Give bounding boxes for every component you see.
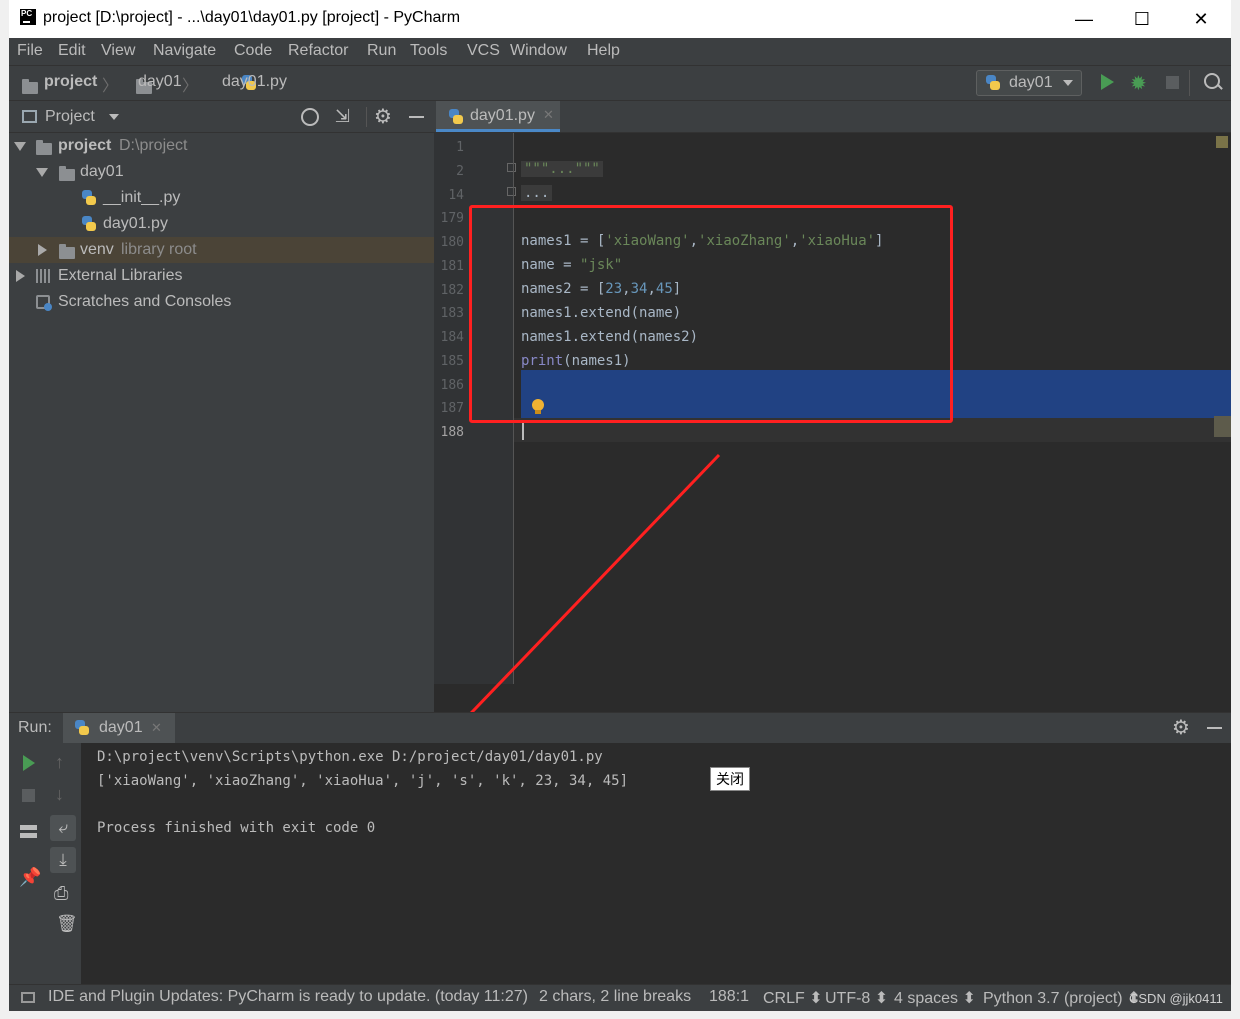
soft-wrap-icon[interactable]: ⤶ xyxy=(50,815,76,841)
python-icon xyxy=(75,720,89,736)
console-line: D:\project\venv\Scripts\python.exe D:/pr… xyxy=(97,749,603,765)
trash-icon[interactable]: 🗑 xyxy=(56,914,78,934)
console-line: Process finished with exit code 0 xyxy=(97,820,376,836)
run-toolbar: ↑ ↓ ⤶ ⤓ 📌 ⎙ 🗑 xyxy=(9,743,81,984)
pin-icon[interactable]: 📌 xyxy=(19,867,41,888)
tool-windows-icon[interactable] xyxy=(21,992,35,1003)
arrow-up-icon[interactable]: ↑ xyxy=(55,752,64,773)
rerun-icon[interactable] xyxy=(23,755,35,771)
print-icon[interactable]: ⎙ xyxy=(54,883,68,904)
scroll-to-end-icon[interactable]: ⤓ xyxy=(50,847,76,873)
hide-panel-icon[interactable] xyxy=(1207,727,1222,729)
layout-icon[interactable] xyxy=(20,825,37,839)
run-tab-label: day01 xyxy=(99,719,143,736)
status-indent[interactable]: 4 spaces ⬍ xyxy=(894,988,976,1008)
run-panel-header: Run: day01 ✕ ⚙ xyxy=(9,712,1231,743)
status-message[interactable]: IDE and Plugin Updates: PyCharm is ready… xyxy=(48,988,528,1006)
close-popup-button[interactable]: 关闭 xyxy=(710,767,750,791)
status-line-separator[interactable]: CRLF ⬍ xyxy=(763,988,823,1008)
status-encoding[interactable]: UTF-8 ⬍ xyxy=(825,988,888,1008)
watermark: CSDN @jjk0411 xyxy=(1129,991,1223,1006)
status-caret-position[interactable]: 188:1 xyxy=(709,988,749,1006)
status-selection: 2 chars, 2 line breaks xyxy=(539,988,692,1005)
arrow-down-icon[interactable]: ↓ xyxy=(55,784,64,805)
status-bar: IDE and Plugin Updates: PyCharm is ready… xyxy=(9,984,1231,1011)
gear-icon[interactable]: ⚙ xyxy=(1172,715,1190,740)
console-line: ['xiaoWang', 'xiaoZhang', 'xiaoHua', 'j'… xyxy=(97,773,629,789)
run-tab-day01[interactable]: day01 ✕ xyxy=(63,713,175,743)
run-console: ↑ ↓ ⤶ ⤓ 📌 ⎙ 🗑 D:\project\venv\Scripts\py… xyxy=(9,743,1231,984)
stop-icon[interactable] xyxy=(22,789,35,802)
status-interpreter[interactable]: Python 3.7 (project) ⬍ xyxy=(983,988,1140,1008)
close-tab-icon[interactable]: ✕ xyxy=(151,720,162,736)
run-panel-label: Run: xyxy=(18,719,52,736)
